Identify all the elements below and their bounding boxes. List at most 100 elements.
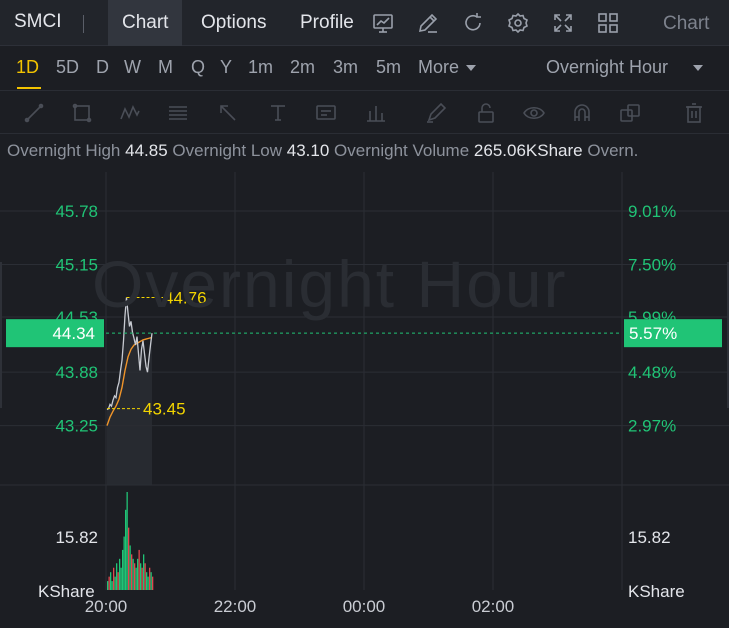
y-pct-tick-label: 4.48%: [628, 363, 676, 382]
volume-bar: [107, 581, 109, 590]
volume-unit-left: KShare: [38, 582, 95, 601]
y-pct-tick-label: 7.50%: [628, 255, 676, 274]
volume-value: 265.06KShare: [473, 141, 583, 160]
volume-bar: [126, 492, 128, 590]
volume-unit-right: KShare: [628, 582, 685, 601]
pencil-icon[interactable]: [416, 11, 440, 35]
layers-icon[interactable]: [618, 101, 642, 125]
gear-icon[interactable]: [506, 11, 530, 35]
period-m[interactable]: M: [158, 57, 173, 78]
session-watermark: Overnight Hour: [92, 247, 568, 321]
low-label: Overnight Low: [172, 141, 283, 160]
brush-icon[interactable]: [424, 101, 448, 125]
volume-bar: [131, 554, 133, 590]
price-chart[interactable]: 45.78 9.01% 45.15 7.50% 44.53 5.99% 43.88 4.48%…: [0, 172, 729, 628]
period-y[interactable]: Y: [220, 57, 232, 78]
session-selector[interactable]: Overnight Hour: [546, 57, 668, 78]
period-d[interactable]: D: [96, 57, 109, 78]
chart-canvas[interactable]: 45.78 9.01%45.15 7.50%44.53 5.99%43.88 4.48%…: [0, 172, 729, 628]
toolbar-divider: [83, 15, 84, 33]
period-3m[interactable]: 3m: [333, 57, 358, 78]
volume-bar: [116, 563, 118, 590]
period-5d[interactable]: 5D: [56, 57, 79, 78]
refresh-icon[interactable]: [461, 11, 485, 35]
period-w[interactable]: W: [124, 57, 141, 78]
volume-label: Overnight Volume: [334, 141, 470, 160]
truncated-label: Overn.: [587, 141, 639, 160]
low-annotation-label: 43.45: [143, 400, 186, 419]
x-tick-label: 00:00: [343, 597, 386, 616]
text-icon[interactable]: [266, 101, 290, 125]
volume-bar: [135, 567, 137, 590]
period-1d[interactable]: 1D: [16, 57, 39, 78]
volume-bar: [137, 558, 139, 590]
period-1m[interactable]: 1m: [248, 57, 273, 78]
chevron-down-icon: [466, 65, 476, 71]
volume-bar: [111, 581, 113, 590]
drawing-toolbar: [0, 90, 729, 134]
tab-options[interactable]: Options: [201, 0, 266, 46]
tab-chart[interactable]: Chart: [108, 0, 183, 46]
low-value: 43.10: [286, 141, 330, 160]
volume-bar: [147, 576, 149, 590]
y-tick-label: 43.25: [55, 417, 98, 436]
rectangle-icon[interactable]: [70, 101, 94, 125]
period-q[interactable]: Q: [191, 57, 205, 78]
left-edge-marker: [0, 262, 2, 408]
chart-settings-label[interactable]: Chart: [663, 13, 709, 35]
high-value: 44.85: [125, 141, 168, 160]
volume-bar: [125, 509, 127, 590]
ticker-symbol: SMCI: [14, 11, 62, 32]
arrow-icon[interactable]: [216, 101, 240, 125]
volume-bar: [120, 567, 122, 590]
volume-bar: [110, 572, 112, 590]
volume-bar: [146, 572, 148, 590]
volume-bar: [143, 554, 145, 590]
volume-bar: [132, 558, 134, 590]
tab-profile[interactable]: Profile: [300, 0, 354, 46]
volume-bar: [114, 576, 116, 590]
volume-bar: [122, 549, 124, 590]
note-icon[interactable]: [314, 101, 338, 125]
volume-bar: [128, 527, 130, 590]
eye-icon[interactable]: [522, 101, 546, 125]
y-pct-tick-label: 9.01%: [628, 202, 676, 221]
current-price-label: 44.34: [52, 324, 95, 343]
y-tick-label: 43.88: [55, 363, 98, 382]
volume-bar: [150, 572, 152, 590]
high-label: Overnight High: [7, 141, 121, 160]
volume-bar: [140, 563, 142, 590]
volume-tick-left: 15.82: [55, 528, 98, 547]
y-tick-label: 45.78: [55, 202, 98, 221]
lock-icon[interactable]: [474, 101, 498, 125]
fib-icon[interactable]: [166, 101, 190, 125]
more-periods-button[interactable]: More: [418, 57, 459, 78]
session-chevron-down-icon: [693, 65, 703, 71]
trash-icon[interactable]: [682, 101, 706, 125]
y-pct-tick-label: 2.97%: [628, 417, 676, 436]
position-icon[interactable]: [364, 101, 388, 125]
top-toolbar: SMCI Chart Options Profile Chart: [0, 0, 729, 46]
volume-bar: [149, 567, 151, 590]
volume-bar: [144, 563, 146, 590]
grid-icon[interactable]: [596, 11, 620, 35]
period-5m[interactable]: 5m: [376, 57, 401, 78]
fullscreen-icon[interactable]: [551, 11, 575, 35]
magnet-icon[interactable]: [570, 101, 594, 125]
x-tick-label: 22:00: [214, 597, 257, 616]
overnight-stats: Overnight High 44.85 Overnight Low 43.10…: [0, 141, 729, 167]
x-tick-label: 02:00: [472, 597, 515, 616]
volume-bar: [113, 567, 115, 590]
volume-bar: [108, 576, 110, 590]
line-chart-icon[interactable]: [371, 11, 395, 35]
wave-icon[interactable]: [118, 101, 142, 125]
volume-bar: [123, 536, 125, 590]
volume-bar: [119, 558, 121, 590]
trend-line-icon[interactable]: [22, 101, 46, 125]
volume-bar: [152, 576, 154, 590]
volume-bar: [117, 572, 119, 590]
period-2m[interactable]: 2m: [290, 57, 315, 78]
volume-bar: [134, 563, 136, 590]
period-bar: 1D 5D D W M Q Y 1m 2m 3m 5m More Overnig…: [0, 46, 729, 90]
volume-bar: [141, 567, 143, 590]
